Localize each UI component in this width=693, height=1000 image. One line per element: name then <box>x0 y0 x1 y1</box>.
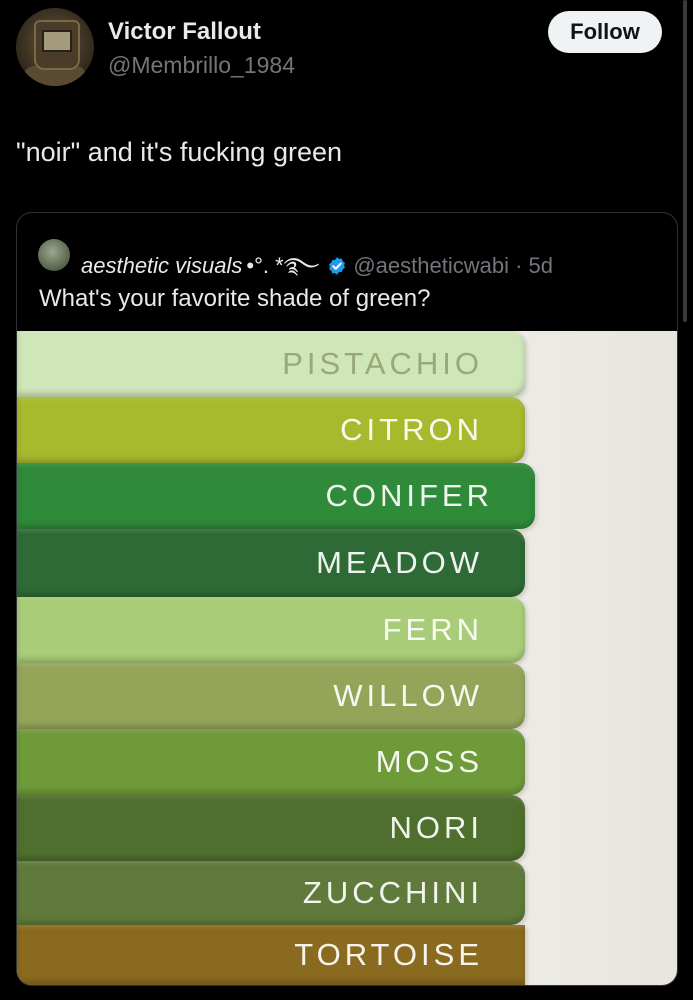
quoted-author-handle: @aestheticwabi <box>353 253 509 278</box>
verified-badge-icon <box>329 257 346 275</box>
felt-swatch-label: MOSS <box>375 744 483 779</box>
post-text: "noir" and it's fucking green <box>16 137 343 167</box>
felt-swatch-label: PISTACHIO <box>282 346 483 381</box>
felt-swatch-label: NORI <box>389 810 483 845</box>
felt-swatch-label: CONIFER <box>325 478 493 513</box>
quoted-author-name-decoration: •°. *࿐ <box>246 253 320 278</box>
avatar-figure-visor <box>42 30 72 52</box>
felt-swatch-image[interactable]: PISTACHIO CITRON CONIFER MEADOW FERN WIL… <box>17 331 677 985</box>
quoted-post-text: What's your favorite shade of green? <box>39 285 431 312</box>
felt-swatch-label: FERN <box>382 612 483 647</box>
author-avatar[interactable] <box>16 8 94 86</box>
felt-swatch: TORTOISE <box>17 925 525 985</box>
quoted-post-card[interactable]: aesthetic visuals •°. *࿐ @aestheticwabi ·… <box>16 212 678 986</box>
follow-button[interactable]: Follow <box>548 11 662 53</box>
author-display-name[interactable]: Victor Fallout <box>108 18 261 46</box>
felt-swatch: WILLOW <box>17 663 525 729</box>
felt-swatch-label: TORTOISE <box>294 937 483 972</box>
felt-swatch: ZUCCHINI <box>17 861 525 925</box>
felt-swatch: CONIFER <box>17 463 535 529</box>
felt-swatch-label: ZUCCHINI <box>302 875 483 910</box>
quoted-author-name: aesthetic visuals <box>81 253 243 278</box>
felt-swatch: PISTACHIO <box>17 331 525 397</box>
author-handle[interactable]: @Membrillo_1984 <box>108 52 295 79</box>
quoted-post-timestamp: 5d <box>528 253 554 278</box>
scrollbar[interactable] <box>683 0 687 322</box>
felt-swatch: CITRON <box>17 397 525 463</box>
felt-swatch-label: WILLOW <box>333 678 483 713</box>
felt-swatch: NORI <box>17 795 525 861</box>
felt-swatch-label: MEADOW <box>316 545 483 580</box>
felt-swatch: MOSS <box>17 729 525 795</box>
felt-swatch: FERN <box>17 597 525 663</box>
quoted-author-avatar <box>38 239 70 271</box>
felt-swatch-label: CITRON <box>340 412 483 447</box>
felt-swatch: MEADOW <box>17 529 525 597</box>
quoted-post-separator: · <box>515 253 523 278</box>
